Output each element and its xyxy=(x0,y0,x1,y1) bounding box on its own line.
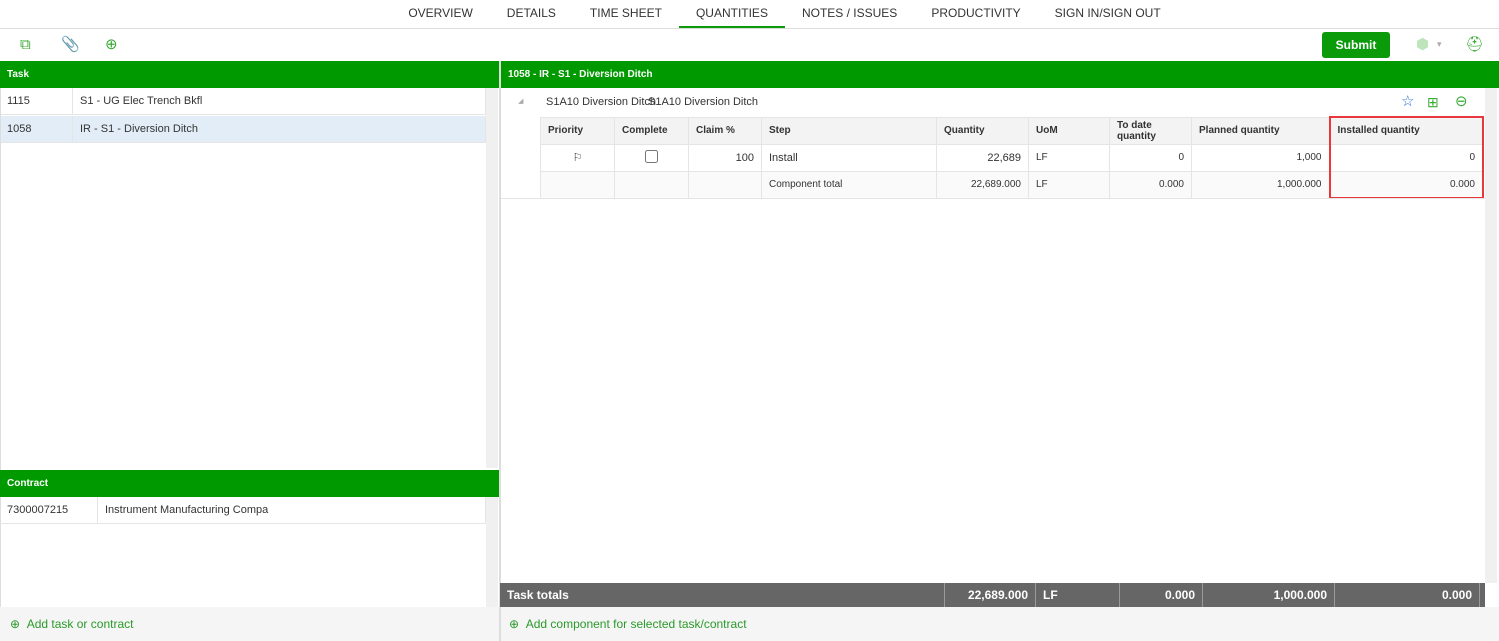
hardhat-icon[interactable]: ⛑ xyxy=(1465,29,1484,60)
complete-checkbox[interactable] xyxy=(614,143,689,172)
total-to-date: 0.000 xyxy=(1109,170,1192,199)
tab-notes-issues[interactable]: NOTES / ISSUES xyxy=(785,0,914,28)
add-icon: ⊕ xyxy=(509,617,520,631)
component-name: S1A10 Diversion Ditch xyxy=(648,96,759,108)
col-to-date: To date quantity xyxy=(1109,116,1192,145)
task-name: S1 - UG Elec Trench Bkfl xyxy=(73,88,486,114)
total-planned: 1,000.000 xyxy=(1191,170,1330,199)
installed-cell[interactable]: 0 xyxy=(1328,143,1484,172)
contract-name: Instrument Manufacturing Compa xyxy=(98,497,486,523)
submit-button[interactable]: Submit xyxy=(1322,32,1390,58)
add-component-label: Add component for selected task/contract xyxy=(525,617,747,631)
complete-checkbox-input[interactable] xyxy=(645,149,658,163)
component-code: S1A10 Diversion Ditch xyxy=(546,96,657,108)
collapse-icon[interactable]: ◢ xyxy=(518,88,523,116)
total-uom: LF xyxy=(1028,170,1110,199)
add-component-link[interactable]: ⊕ Add component for selected task/contra… xyxy=(501,607,1499,641)
task-row[interactable]: 1115 S1 - UG Elec Trench Bkfl xyxy=(0,88,486,115)
col-claim: Claim % xyxy=(688,116,762,145)
add-icon: ⊕ xyxy=(10,617,21,631)
table-row: ⚐ 100 Install 22,689 LF 0 1,000 0 xyxy=(540,143,1484,172)
tab-time-sheet[interactable]: TIME SHEET xyxy=(573,0,679,28)
task-panel-header: Task xyxy=(0,61,499,88)
step-cell: Install xyxy=(761,143,937,172)
contract-id: 7300007215 xyxy=(0,497,98,523)
main-nav: OVERVIEW DETAILS TIME SHEET QUANTITIES N… xyxy=(0,0,1499,29)
task-totals-uom: LF xyxy=(1036,583,1120,607)
task-totals-label: Task totals xyxy=(500,583,945,607)
flag-icon[interactable]: ⚐ xyxy=(540,143,615,172)
component-row[interactable]: ◢ S1A10 Diversion Ditch S1A10 Diversion … xyxy=(501,88,1485,116)
task-name: IR - S1 - Diversion Ditch xyxy=(73,116,486,142)
user-badge-icon[interactable]: ⬢ xyxy=(1416,29,1429,60)
add-comment-icon[interactable]: ⊞ xyxy=(1427,88,1439,116)
star-icon[interactable]: ☆ xyxy=(1401,88,1414,116)
add-task-label: Add task or contract xyxy=(26,617,134,631)
detail-scrollbar[interactable] xyxy=(1485,88,1497,583)
task-totals-to-date: 0.000 xyxy=(1120,583,1203,607)
col-quantity: Quantity xyxy=(936,116,1029,145)
col-priority: Priority xyxy=(540,116,615,145)
contract-row[interactable]: 7300007215 Instrument Manufacturing Compa xyxy=(0,497,486,524)
task-totals-planned: 1,000.000 xyxy=(1203,583,1335,607)
tab-overview[interactable]: OVERVIEW xyxy=(391,0,489,28)
tab-quantities[interactable]: QUANTITIES xyxy=(678,0,785,28)
col-installed: Installed quantity xyxy=(1328,116,1484,144)
col-planned: Planned quantity xyxy=(1191,116,1330,145)
add-circle-icon[interactable]: ⊕ xyxy=(105,29,118,60)
col-complete: Complete xyxy=(614,116,689,145)
quantities-table: Priority Complete Claim % Step Quantity … xyxy=(540,116,1484,199)
remove-icon[interactable]: ⊖ xyxy=(1455,88,1468,116)
contract-scrollbar[interactable] xyxy=(486,497,498,607)
task-scrollbar[interactable] xyxy=(486,88,498,468)
total-label: Component total xyxy=(761,170,937,199)
task-id: 1115 xyxy=(0,88,73,114)
total-installed: 0.000 xyxy=(1328,171,1484,199)
chevron-down-icon[interactable]: ▾ xyxy=(1437,29,1442,60)
claim-cell[interactable]: 100 xyxy=(688,143,762,172)
total-quantity: 22,689.000 xyxy=(936,170,1029,199)
col-step: Step xyxy=(761,116,937,145)
task-totals-installed: 0.000 xyxy=(1335,583,1480,607)
add-task-link[interactable]: ⊕ Add task or contract xyxy=(0,607,499,641)
tab-productivity[interactable]: PRODUCTIVITY xyxy=(914,0,1037,28)
task-row-selected[interactable]: 1058 IR - S1 - Diversion Ditch xyxy=(0,116,486,143)
toolbar: ⧉ 📎 ⊕ Submit ⬢ ▾ ⛑ xyxy=(0,29,1499,60)
task-totals-quantity: 22,689.000 xyxy=(945,583,1036,607)
paperclip-icon[interactable]: 📎 xyxy=(61,29,80,60)
tab-details[interactable]: DETAILS xyxy=(490,0,573,28)
detail-header: 1058 - IR - S1 - Diversion Ditch xyxy=(501,61,1499,88)
planned-cell: 1,000 xyxy=(1191,143,1330,172)
component-total-row: Component total 22,689.000 LF 0.000 1,00… xyxy=(540,170,1484,199)
tab-sign-in-out[interactable]: SIGN IN/SIGN OUT xyxy=(1038,0,1178,28)
quantity-cell: 22,689 xyxy=(936,143,1029,172)
uom-cell: LF xyxy=(1028,143,1110,172)
task-id: 1058 xyxy=(0,116,73,142)
to-date-cell: 0 xyxy=(1109,143,1192,172)
col-uom: UoM xyxy=(1028,116,1110,145)
copy-add-icon[interactable]: ⧉ xyxy=(20,29,31,60)
contract-panel-header: Contract xyxy=(0,470,499,497)
task-totals-bar: Task totals 22,689.000 LF 0.000 1,000.00… xyxy=(500,583,1485,607)
